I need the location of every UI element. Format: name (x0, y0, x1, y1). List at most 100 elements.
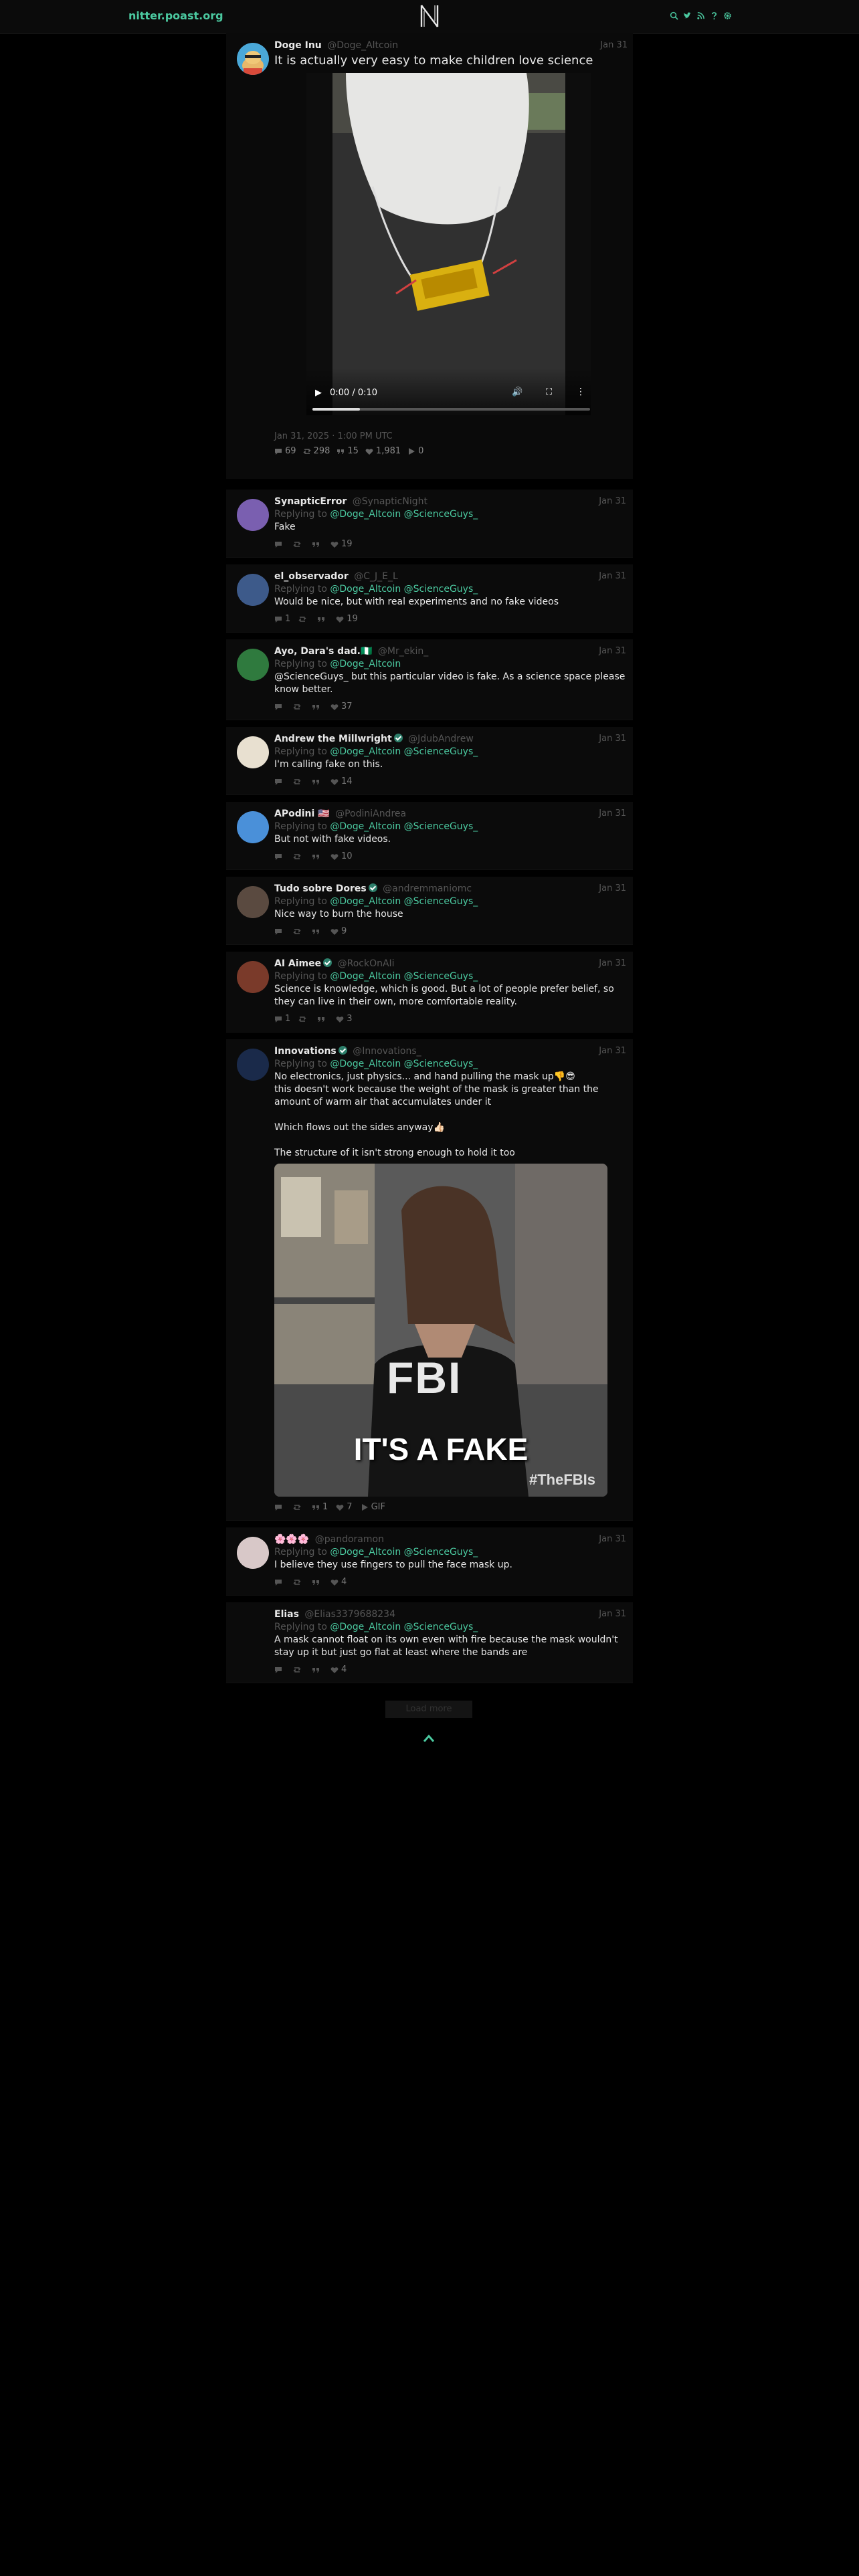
fullname[interactable]: APodini 🇺🇸 (274, 809, 330, 819)
retweets-stat[interactable] (293, 776, 304, 786)
username[interactable]: @C_J_E_L (354, 571, 398, 582)
nitter-logo-icon[interactable] (419, 4, 440, 28)
fullname[interactable]: 🌸🌸🌸 (274, 1534, 309, 1545)
retweets-stat[interactable] (293, 1665, 304, 1675)
fullname[interactable]: Tudo sobre Dores (274, 883, 367, 894)
tweet-date[interactable]: Jan 31 (599, 1046, 626, 1056)
username[interactable]: @PodiniAndrea (335, 809, 406, 819)
username[interactable]: @Mr_ekin_ (378, 646, 428, 657)
settings-icon[interactable] (723, 11, 732, 20)
fullscreen-icon[interactable]: ⛶ (546, 387, 552, 397)
mention-link[interactable]: @ScienceGuys_ (404, 1547, 478, 1558)
likes-stat[interactable]: 4 (330, 1577, 347, 1587)
more-options-icon[interactable]: ⋮ (576, 387, 585, 397)
tweet-published[interactable]: Jan 31, 2025 · 1:00 PM UTC (274, 431, 393, 441)
replies-stat[interactable] (274, 539, 285, 549)
mention-link[interactable]: @ScienceGuys_ (404, 896, 478, 907)
username[interactable]: @JdubAndrew (408, 734, 474, 744)
avatar[interactable] (237, 736, 269, 768)
quotes-stat[interactable] (312, 851, 322, 861)
mention-link[interactable]: @Doge_Altcoin (330, 971, 401, 982)
twitter-icon[interactable] (683, 11, 692, 20)
volume-icon[interactable]: 🔊 (512, 387, 522, 397)
video-progress-bar[interactable] (312, 408, 590, 411)
quotes-stat[interactable]: 1 (312, 1502, 328, 1512)
likes-stat[interactable]: 9 (330, 926, 347, 936)
quotes-stat[interactable] (317, 614, 328, 624)
replies-stat[interactable] (274, 1665, 285, 1675)
load-more-button[interactable]: Load more (385, 1701, 472, 1718)
quotes-stat[interactable] (312, 702, 322, 712)
replies-stat[interactable] (274, 702, 285, 712)
tweet-date[interactable]: Jan 31 (599, 1609, 626, 1619)
tweet-date[interactable]: Jan 31 (599, 496, 626, 506)
avatar[interactable] (237, 961, 269, 993)
retweets-stat[interactable] (293, 926, 304, 936)
gif-media[interactable]: FBI IT'S A FAKE #TheFBIs (274, 1164, 607, 1497)
fullname[interactable]: Doge Inu (274, 40, 322, 51)
search-icon[interactable] (670, 11, 678, 20)
replies-stat[interactable] (274, 851, 285, 861)
likes-stat[interactable]: 37 (330, 702, 353, 712)
replies-stat[interactable]: 1 (274, 1014, 290, 1024)
avatar[interactable] (237, 886, 269, 918)
rss-icon[interactable] (696, 11, 705, 20)
mention-link[interactable]: @ScienceGuys_ (404, 821, 478, 832)
username[interactable]: @SynapticNight (353, 496, 427, 507)
quotes-stat[interactable] (312, 1665, 322, 1675)
video-player[interactable]: ▶ 0:00 / 0:10 🔊 ⛶ ⋮ (306, 73, 591, 415)
retweets-stat[interactable] (293, 702, 304, 712)
retweets-stat[interactable] (298, 1014, 309, 1024)
fullname[interactable]: AI Aimee (274, 958, 321, 969)
retweets-stat[interactable] (293, 1502, 304, 1512)
avatar[interactable] (237, 1537, 269, 1569)
fullname[interactable]: Innovations (274, 1046, 337, 1057)
mention-link[interactable]: @ScienceGuys_ (404, 1622, 478, 1632)
play-icon[interactable]: ▶ (315, 388, 322, 398)
mention-link[interactable]: @Doge_Altcoin (330, 584, 401, 595)
likes-stat[interactable]: 7 (336, 1502, 353, 1512)
mention-link[interactable]: @Doge_Altcoin (330, 1059, 401, 1069)
mention-link[interactable]: @Doge_Altcoin (330, 1547, 401, 1558)
retweets-stat[interactable] (293, 539, 304, 549)
fullname[interactable]: Elias (274, 1609, 299, 1620)
quotes-stat[interactable] (312, 539, 322, 549)
avatar[interactable] (237, 574, 269, 606)
avatar[interactable] (237, 811, 269, 843)
site-name-link[interactable]: nitter.poast.org (128, 9, 223, 22)
avatar[interactable] (237, 649, 269, 681)
quotes-stat[interactable] (317, 1014, 328, 1024)
help-icon[interactable] (710, 11, 719, 20)
tweet-date[interactable]: Jan 31 (600, 40, 628, 50)
likes-stat[interactable]: 19 (330, 539, 353, 549)
mention-link[interactable]: @Doge_Altcoin (330, 659, 401, 669)
replies-stat[interactable] (274, 926, 285, 936)
tweet-date[interactable]: Jan 31 (599, 571, 626, 581)
quotes-stat[interactable] (312, 1577, 322, 1587)
tweet-date[interactable]: Jan 31 (599, 809, 626, 819)
mention-link[interactable]: @ScienceGuys_ (404, 584, 478, 595)
avatar[interactable] (237, 1049, 269, 1081)
username[interactable]: @andremmaniomc (383, 883, 472, 894)
username[interactable]: @Elias3379688234 (304, 1609, 395, 1620)
fullname[interactable]: el_observador (274, 571, 349, 582)
mention-link[interactable]: @Doge_Altcoin (330, 896, 401, 907)
retweets-stat[interactable] (293, 851, 304, 861)
mention-link[interactable]: @ScienceGuys_ (404, 509, 478, 520)
username[interactable]: @RockOnAIi (338, 958, 395, 969)
username[interactable]: @pandoramon (315, 1534, 384, 1545)
fullname[interactable]: Andrew the Millwright (274, 734, 392, 744)
username[interactable]: @Innovations_ (353, 1046, 421, 1057)
retweets-stat[interactable] (298, 614, 309, 624)
avatar[interactable] (237, 499, 269, 531)
mention-link[interactable]: @Doge_Altcoin (330, 746, 401, 757)
quotes-stat[interactable] (312, 926, 322, 936)
replies-stat[interactable] (274, 1502, 285, 1512)
mention-link[interactable]: @ScienceGuys_ (404, 1059, 478, 1069)
replies-stat[interactable] (274, 776, 285, 786)
likes-stat[interactable]: 19 (336, 614, 358, 624)
tweet-date[interactable]: Jan 31 (599, 958, 626, 968)
fullname[interactable]: Ayo, Dara's dad.🇳🇬 (274, 646, 372, 657)
retweets-stat[interactable] (293, 1577, 304, 1587)
replies-stat[interactable] (274, 1577, 285, 1587)
